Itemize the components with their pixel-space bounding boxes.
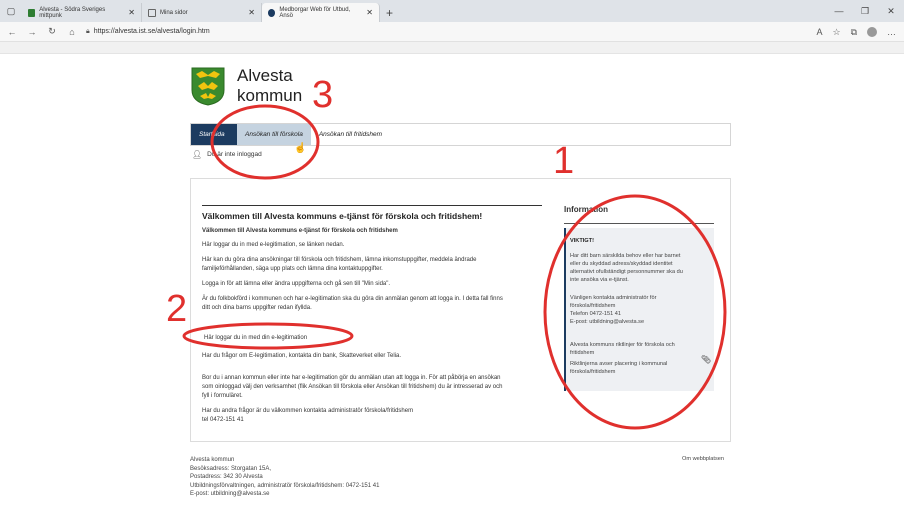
paragraph: Bor du i annan kommun eller inte har e-l… [202,375,501,381]
paragraph: Här loggar du in med e-legitimation, se … [202,242,345,248]
paragraph: Här kan du göra dina ansökningar till fö… [202,257,477,263]
favorites-bar [0,42,904,54]
nav-ansokan-forskola[interactable]: Ansökan till förskola [237,124,311,145]
alvesta-favicon-icon [28,8,36,17]
info-text: eller du skyddad adress/skyddad identite… [570,261,673,267]
close-tab-icon[interactable]: ✕ [358,8,373,17]
login-status-text: Du är inte inloggad [207,151,262,158]
info-text: Vänligen kontakta administratör för [570,295,657,301]
page-title: Välkommen till Alvesta kommuns e-tjänst … [202,211,483,221]
home-icon[interactable]: ⌂ [64,27,80,37]
nav-start[interactable]: Startsida [191,124,237,145]
e-legitimation-login-link[interactable]: Här loggar du in med din e-legitimation [204,335,307,341]
paragraph: Har du andra frågor är du välkommen kont… [202,408,414,414]
paragraph: som oinloggad välj den verksamhet (flik … [202,384,503,390]
subtitle: Välkommen till Alvesta kommuns e-tjänst … [202,228,398,234]
paragraph: tel 0472-151 41 [202,417,244,423]
info-text: förskola/fritidshem [570,303,616,309]
annotation-number-1: 1 [553,140,575,182]
address-bar: ← → ↻ ⌂ 🔒︎ https://alvesta.ist.se/alvest… [0,22,904,42]
paragraph: Är du folkbokförd i kommunen och har e-l… [202,296,503,302]
tab-label: Alvesta - Södra Sveriges mittpunk [39,6,106,19]
brand-name-line1: Alvesta [237,66,293,85]
annotation-number-3: 3 [312,74,334,116]
guidelines-link[interactable]: fritidshem [570,350,708,357]
about-website-link[interactable]: Om webbplatsen [682,456,724,462]
collections-icon[interactable]: ⧉ [851,27,857,38]
information-heading: Information [564,205,714,224]
tab-label: Mina sidor [160,9,188,16]
favorites-star-icon[interactable]: ☆ [832,27,840,38]
brand-name-line2: kommun [237,86,303,105]
nav-ansokan-fritidshem[interactable]: Ansökan till fritidshem [311,124,390,145]
user-icon: 👤︎ [192,150,203,159]
restore-icon[interactable]: ❐ [852,0,878,22]
url-field[interactable]: 🔒︎ https://alvesta.ist.se/alvesta/login.… [86,28,210,36]
important-label: VIKTIGT! [570,238,594,244]
paragraph: fyll i formuläret. [202,393,243,399]
forward-icon[interactable]: → [24,27,40,37]
new-tab-icon[interactable]: + [380,3,399,22]
page-icon [148,8,156,17]
info-text: inte ansöka via e-tjänst. [570,277,629,283]
info-text: Har ditt barn särskilda behov eller har … [570,253,681,259]
close-tab-icon[interactable]: ✕ [240,8,255,17]
url-text: https://alvesta.ist.se/alvesta/login.htm [93,28,210,35]
paragraph: familjeförhållanden, säga upp plats och … [202,266,383,272]
info-text: alternativt ofullständigt personnummer s… [570,269,683,275]
info-text: Riktlinjerna avser placering i kommunal [570,361,668,367]
info-email[interactable]: E-post: utbildning@alvesta.se [570,319,708,326]
browser-tab-medborgar[interactable]: Medborgar Web för Utbud, Ansö ✕ [262,3,380,22]
read-aloud-icon[interactable]: A [816,27,822,37]
browser-tab-alvesta[interactable]: Alvesta - Södra Sveriges mittpunk ✕ [22,3,142,22]
close-tab-icon[interactable]: ✕ [120,8,135,17]
attachment-icon[interactable]: 📎︎ [701,355,711,364]
title-rule [202,205,542,206]
lock-icon: 🔒︎ [86,27,90,35]
browser-tab-mina-sidor[interactable]: Mina sidor ✕ [142,3,262,22]
footer-line: Postadress: 342 30 Alvesta [190,474,263,480]
window-controls: — ❐ ✕ [826,0,904,22]
annotation-number-2: 2 [166,288,188,330]
footer-line: E-post: utbildning@alvesta.se [190,491,270,497]
info-text: Telefon 0472-151 41 [570,311,622,317]
profile-avatar[interactable] [867,27,877,37]
minimize-icon[interactable]: — [826,0,852,22]
close-window-icon[interactable]: ✕ [878,0,904,22]
login-status: 👤︎ Du är inte inloggad [192,150,262,159]
main-navigation: Startsida Ansökan till förskola Ansökan … [190,123,731,146]
more-menu-icon[interactable]: … [887,27,896,37]
footer-line: Alvesta kommun [190,457,235,463]
browser-tab-bar: ▢ Alvesta - Södra Sveriges mittpunk ✕ Mi… [0,0,904,22]
tab-label: Medborgar Web för Utbud, Ansö [279,6,351,19]
footer-line: Utbildningsförvaltningen, administratör … [190,482,380,489]
back-icon[interactable]: ← [4,27,20,37]
footer: Alvesta kommun Besöksadress: Storgatan 1… [190,456,379,499]
alvesta-coat-of-arms-logo[interactable] [190,66,226,106]
paragraph: Har du frågor om E-legitimation, kontakt… [202,353,401,359]
hand-cursor-icon: ☝ [294,143,307,154]
guidelines-link[interactable]: Alvesta kommuns riktlinjer för förskola … [570,342,708,349]
paragraph: ditt och dina barns uppgifter redan ifyl… [202,305,312,311]
tab-actions-icon[interactable]: ▢ [0,0,22,22]
refresh-icon[interactable]: ↻ [44,26,60,37]
footer-line: Besöksadress: Storgatan 15A, [190,465,272,472]
info-favicon-icon [268,8,276,17]
info-text: förskola/fritidshem [570,369,616,375]
paragraph: Logga in för att lämna eller ändra uppgi… [202,281,391,287]
